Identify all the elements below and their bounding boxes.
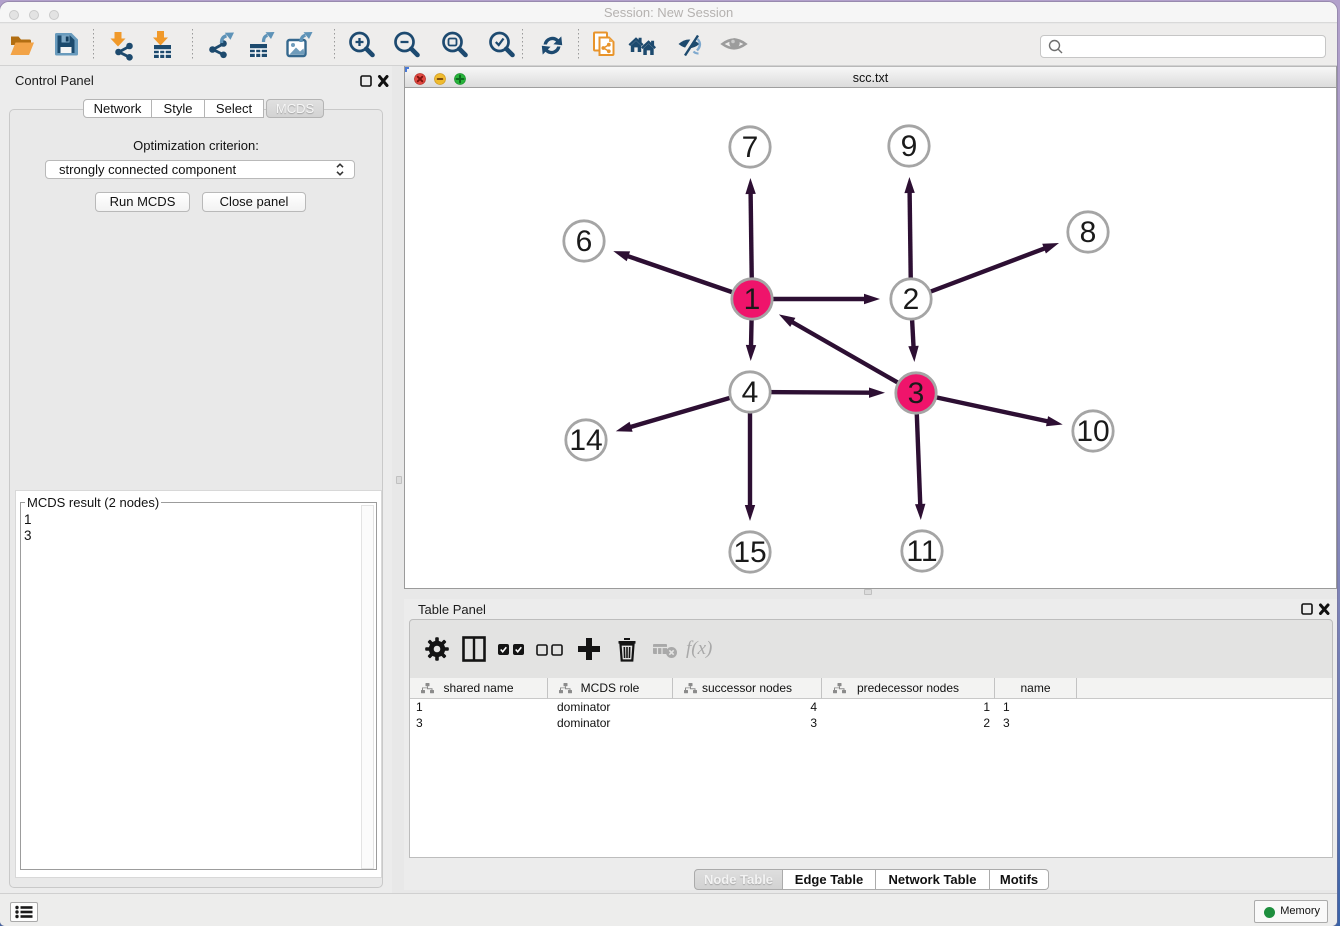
svg-text:8: 8 [1080,216,1097,249]
svg-text:11: 11 [906,535,937,568]
svg-text:10: 10 [1076,415,1109,448]
svg-text:6: 6 [576,225,593,258]
svg-text:14: 14 [569,424,602,457]
svg-text:15: 15 [733,536,766,569]
svg-text:4: 4 [742,376,759,409]
svg-text:7: 7 [742,131,759,164]
svg-text:9: 9 [901,130,918,163]
svg-text:1: 1 [744,283,761,316]
svg-text:3: 3 [908,377,925,410]
svg-text:2: 2 [903,283,920,316]
